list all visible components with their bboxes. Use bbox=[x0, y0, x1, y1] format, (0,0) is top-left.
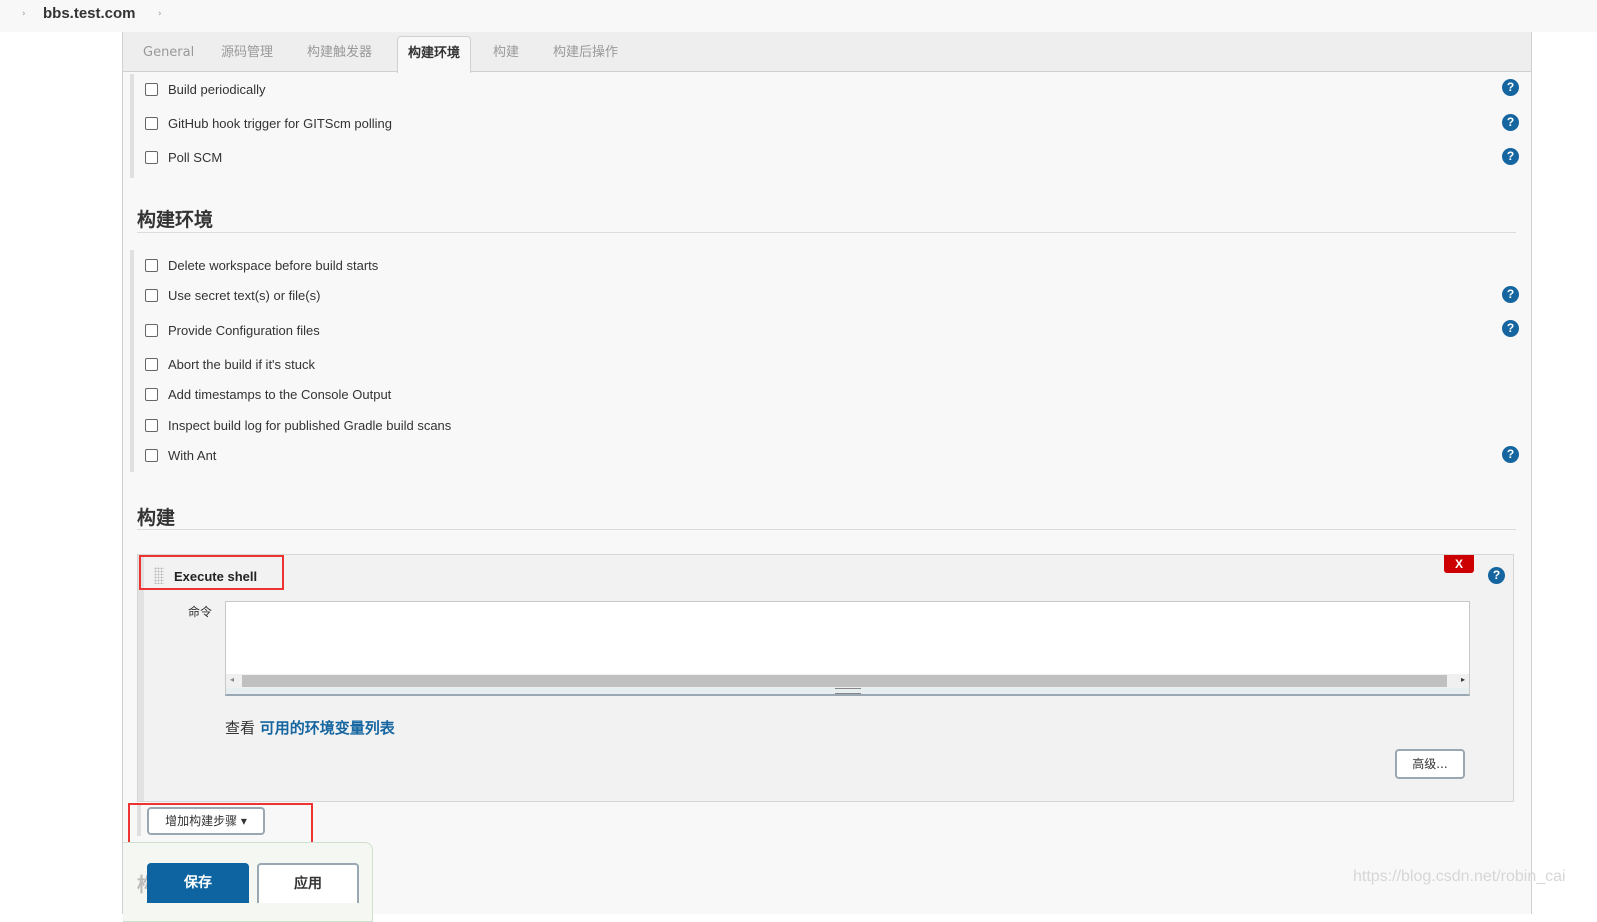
env-config-files[interactable]: Provide Configuration files bbox=[145, 321, 320, 339]
scrollbar-thumb[interactable] bbox=[242, 675, 1447, 687]
env-timestamps[interactable]: Add timestamps to the Console Output bbox=[145, 385, 391, 403]
checkbox[interactable] bbox=[145, 357, 158, 371]
tab-build-environment[interactable]: 构建环境 bbox=[397, 36, 472, 73]
save-button[interactable]: 保存 bbox=[147, 863, 249, 903]
breadcrumb-dropdown-icon[interactable]: › bbox=[158, 9, 162, 19]
trigger-github-hook[interactable]: GitHub hook trigger for GITScm polling bbox=[145, 114, 392, 132]
tab-scm[interactable]: 源码管理 bbox=[211, 36, 283, 72]
checkbox[interactable] bbox=[145, 448, 158, 462]
checkbox[interactable] bbox=[145, 418, 158, 432]
checkbox-label: Delete workspace before build starts bbox=[168, 257, 379, 273]
tab-post-build[interactable]: 构建后操作 bbox=[543, 36, 628, 72]
section-title-build-environment: 构建环境 bbox=[137, 209, 214, 231]
checkbox[interactable] bbox=[145, 82, 158, 96]
breadcrumb-bar: › bbs.test.com › bbox=[0, 0, 1597, 32]
checkbox-label: Poll SCM bbox=[168, 149, 223, 165]
step-left-bar bbox=[138, 555, 144, 801]
checkbox-label: Use secret text(s) or file(s) bbox=[168, 287, 321, 303]
help-icon[interactable]: ? bbox=[1502, 79, 1519, 96]
trigger-poll-scm[interactable]: Poll SCM bbox=[145, 148, 222, 166]
help-icon[interactable]: ? bbox=[1502, 320, 1519, 337]
command-textarea[interactable]: ◂ ▸ bbox=[225, 601, 1470, 696]
section-title-build: 构建 bbox=[137, 507, 176, 529]
trigger-build-periodically[interactable]: Build periodically bbox=[145, 80, 266, 98]
checkbox-label: With Ant bbox=[168, 447, 217, 463]
tab-triggers[interactable]: 构建触发器 bbox=[297, 36, 382, 72]
resize-grip-icon[interactable] bbox=[834, 688, 861, 694]
section-divider bbox=[137, 529, 1516, 530]
checkbox-label: Inspect build log for published Gradle b… bbox=[168, 417, 452, 433]
env-with-ant[interactable]: With Ant bbox=[145, 446, 216, 464]
command-label: 命令 bbox=[188, 605, 213, 619]
config-tabbar: General 源码管理 构建触发器 构建环境 构建 构建后操作 bbox=[123, 32, 1531, 73]
annotation-highlight-execute-shell bbox=[139, 555, 284, 590]
checkbox-label: Abort the build if it's stuck bbox=[168, 356, 315, 372]
checkbox[interactable] bbox=[145, 150, 158, 164]
trigger-group-bar bbox=[130, 74, 134, 178]
checkbox-label: GitHub hook trigger for GITScm polling bbox=[168, 115, 392, 131]
delete-step-button[interactable]: X bbox=[1444, 555, 1474, 573]
build-env-group-bar bbox=[130, 250, 134, 472]
checkbox[interactable] bbox=[145, 323, 158, 337]
env-secret-text[interactable]: Use secret text(s) or file(s) bbox=[145, 286, 320, 304]
section-divider bbox=[137, 232, 1516, 233]
checkbox[interactable] bbox=[145, 116, 158, 130]
tab-general[interactable]: General bbox=[133, 36, 204, 72]
advanced-button[interactable]: 高级... bbox=[1395, 749, 1465, 779]
checkbox-label: Add timestamps to the Console Output bbox=[168, 386, 392, 402]
watermark-text: https://blog.csdn.net/robin_cai bbox=[1353, 868, 1566, 885]
config-panel: General 源码管理 构建触发器 构建环境 构建 构建后操作 Build p… bbox=[122, 32, 1532, 922]
build-step-execute-shell: Execute shell X 命令 ◂ ▸ 查看 可用的环境变量列表 高级..… bbox=[137, 554, 1514, 802]
scroll-left-icon[interactable]: ◂ bbox=[230, 675, 234, 684]
checkbox[interactable] bbox=[145, 288, 158, 302]
breadcrumb-separator-icon: › bbox=[22, 9, 26, 19]
help-icon[interactable]: ? bbox=[1502, 114, 1519, 131]
help-icon[interactable]: ? bbox=[1488, 567, 1505, 584]
help-icon[interactable]: ? bbox=[1502, 148, 1519, 165]
checkbox-label: Build periodically bbox=[168, 81, 266, 97]
scroll-right-icon[interactable]: ▸ bbox=[1461, 675, 1465, 684]
breadcrumb-project-link[interactable]: bbs.test.com bbox=[43, 5, 136, 22]
env-delete-workspace[interactable]: Delete workspace before build starts bbox=[145, 256, 378, 274]
help-icon[interactable]: ? bbox=[1502, 446, 1519, 463]
env-abort-stuck[interactable]: Abort the build if it's stuck bbox=[145, 355, 315, 373]
horizontal-scrollbar[interactable]: ◂ ▸ bbox=[226, 674, 1469, 688]
env-vars-hint: 查看 可用的环境变量列表 bbox=[225, 717, 395, 738]
env-vars-prefix: 查看 bbox=[225, 719, 256, 737]
apply-button[interactable]: 应用 bbox=[257, 863, 359, 903]
checkbox[interactable] bbox=[145, 387, 158, 401]
tab-build[interactable]: 构建 bbox=[483, 36, 529, 72]
env-vars-link[interactable]: 可用的环境变量列表 bbox=[260, 719, 395, 737]
env-gradle-scans[interactable]: Inspect build log for published Gradle b… bbox=[145, 416, 451, 434]
help-icon[interactable]: ? bbox=[1502, 286, 1519, 303]
checkbox-label: Provide Configuration files bbox=[168, 322, 320, 338]
checkbox[interactable] bbox=[145, 258, 158, 272]
